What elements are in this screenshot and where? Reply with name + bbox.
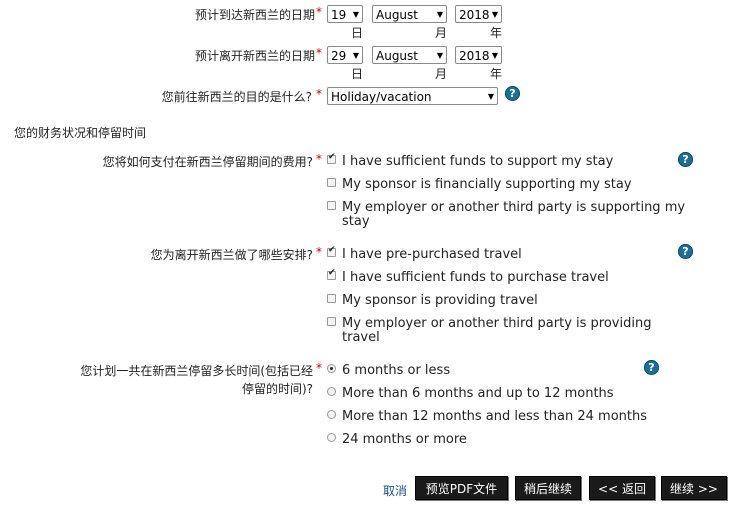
funds-label: 您将如何支付在新西兰停留期间的费用? [102, 155, 313, 169]
onward-option-label: My employer or another third party is pr… [342, 316, 652, 331]
arrival-date-label: 预计到达新西兰的日期 [194, 8, 315, 22]
arrival-day-select[interactable]: 19 ▼ [327, 5, 363, 23]
arrival-month-unit: 月 [435, 26, 448, 40]
onward-option-label: My sponsor is providing travel [342, 293, 538, 308]
stay-length-label: 您计划一共在新西兰停留多长时间(包括已经 [80, 364, 313, 378]
onward-option-checkbox[interactable] [327, 245, 336, 257]
required-mark: * [316, 5, 322, 19]
funds-option-checkbox[interactable] [327, 152, 336, 164]
arrival-month-value: August [376, 8, 418, 22]
arrival-year-unit: 年 [490, 26, 503, 40]
stay-length-option-label: 6 months or less [342, 363, 451, 378]
onward-option-label-cont: travel [342, 330, 380, 345]
departure-date-label: 预计离开新西兰的日期 [194, 49, 315, 63]
departure-month-select[interactable]: August ▼ [372, 46, 447, 64]
funds-option-checkbox[interactable] [327, 201, 336, 210]
required-mark: * [316, 245, 322, 259]
funds-option-label: I have sufficient funds to support my st… [342, 154, 614, 169]
required-mark: * [316, 152, 322, 166]
departure-day-select[interactable]: 29 ▼ [327, 46, 363, 64]
onward-option-label: I have pre-purchased travel [342, 247, 522, 262]
onward-option-checkbox[interactable] [327, 294, 336, 303]
onward-option-label: I have sufficient funds to purchase trav… [342, 270, 609, 285]
required-mark: * [316, 361, 322, 375]
departure-year-select[interactable]: 2018 ▼ [455, 46, 502, 64]
chevron-down-icon: ▼ [436, 10, 443, 19]
chevron-down-icon: ▼ [487, 92, 494, 101]
funds-option-label: My sponsor is financially supporting my … [342, 177, 632, 192]
chevron-down-icon: ▼ [436, 51, 443, 60]
stay-length-radio[interactable] [327, 433, 336, 442]
stay-length-radio[interactable] [327, 410, 336, 419]
funds-option-label: My employer or another third party is su… [342, 200, 686, 215]
required-mark: * [316, 87, 322, 101]
departure-day-unit: 日 [351, 67, 364, 81]
arrival-day-unit: 日 [351, 26, 364, 40]
arrival-month-select[interactable]: August ▼ [372, 5, 447, 23]
arrival-day-value: 19 [331, 8, 347, 22]
departure-month-unit: 月 [435, 67, 448, 81]
funds-option-label-cont: stay [342, 214, 370, 229]
onward-option-checkbox[interactable] [327, 268, 336, 280]
chevron-down-icon: ▼ [352, 51, 359, 60]
purpose-select[interactable]: Holiday/vacation ▼ [327, 87, 498, 105]
purpose-label: 您前往新西兰的目的是什么? [161, 90, 312, 104]
stay-length-option-label: More than 12 months and less than 24 mon… [342, 409, 647, 424]
stay-length-option-label: 24 months or more [342, 432, 467, 447]
help-icon[interactable]: ? [644, 360, 659, 375]
preview-pdf-button[interactable]: 预览PDF文件 [415, 476, 508, 500]
departure-year-unit: 年 [490, 67, 503, 81]
help-icon[interactable]: ? [505, 86, 520, 101]
arrival-year-select[interactable]: 2018 ▼ [455, 5, 502, 23]
funds-option-checkbox[interactable] [327, 178, 336, 187]
arrival-year-value: 2018 [459, 8, 490, 22]
departure-day-value: 29 [331, 49, 347, 63]
help-icon[interactable]: ? [678, 244, 693, 259]
section-title: 您的财务状况和停留时间 [14, 126, 147, 140]
cancel-link[interactable]: 取消 [383, 482, 407, 499]
save-and-continue-later-button[interactable]: 稍后继续 [515, 476, 581, 500]
onward-travel-label: 您为离开新西兰做了哪些安排? [150, 248, 313, 262]
stay-length-radio[interactable] [327, 387, 336, 396]
chevron-down-icon: ▼ [491, 51, 498, 60]
departure-year-value: 2018 [459, 49, 490, 63]
continue-button[interactable]: 继续 >> [661, 476, 727, 500]
back-button[interactable]: << 返回 [589, 476, 655, 500]
onward-option-checkbox[interactable] [327, 317, 336, 326]
purpose-value: Holiday/vacation [331, 90, 432, 104]
required-mark: * [316, 46, 322, 60]
help-icon[interactable]: ? [678, 152, 693, 167]
stay-length-label-cont: 停留的时间)? [241, 382, 313, 396]
chevron-down-icon: ▼ [352, 10, 359, 19]
chevron-down-icon: ▼ [491, 10, 498, 19]
stay-length-option-label: More than 6 months and up to 12 months [342, 386, 614, 401]
departure-month-value: August [376, 49, 418, 63]
stay-length-radio[interactable] [327, 364, 336, 373]
